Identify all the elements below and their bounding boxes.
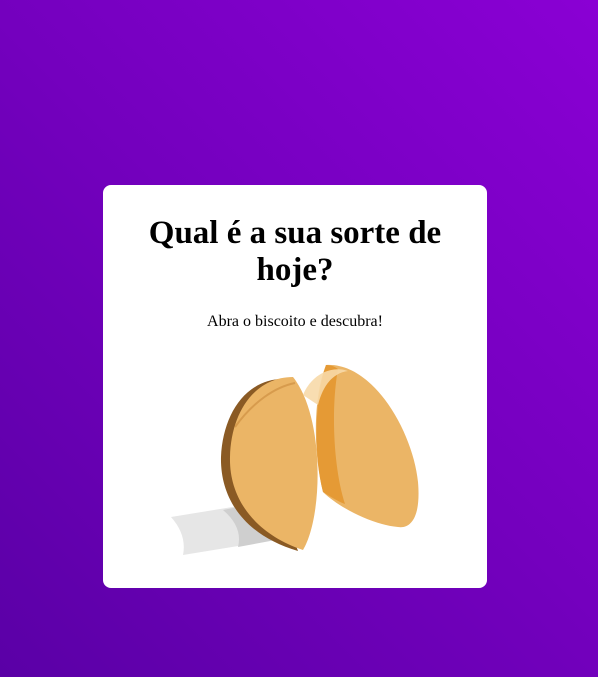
- page: { "card": { "title": "Qual é a sua sorte…: [0, 0, 598, 677]
- instruction-text: Abra o biscoito e descubra!: [207, 313, 383, 330]
- fortune-cookie-icon: [163, 357, 433, 562]
- fortune-card: Qual é a sua sorte de hoje? Abra o bisco…: [103, 185, 487, 588]
- page-title: Qual é a sua sorte de hoje?: [148, 215, 442, 288]
- fortune-cookie-button[interactable]: [163, 357, 433, 562]
